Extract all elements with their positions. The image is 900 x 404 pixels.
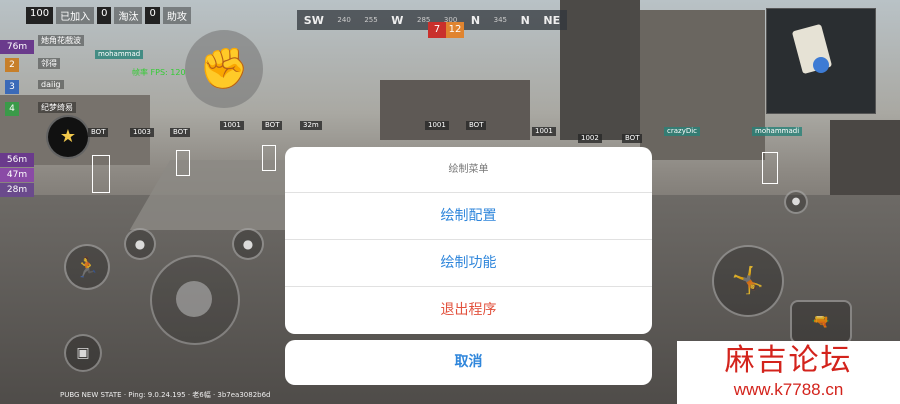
watermark-url: www.k7788.cn	[733, 380, 844, 399]
teammate-name: daiig	[38, 80, 64, 89]
building	[640, 10, 765, 160]
building	[380, 80, 530, 140]
draw-menu: 绘制菜单 绘制配置 绘制功能 退出程序	[285, 147, 652, 334]
team-score-orange: 12	[446, 22, 464, 38]
location-pin-icon[interactable]: ●	[784, 190, 808, 214]
eliminated-label: 淘汰	[114, 7, 143, 24]
teammate-name: 她角花戲波	[38, 35, 84, 46]
team-score-badges: 7 12	[428, 22, 464, 38]
minimap[interactable]	[766, 8, 876, 114]
esp-label: 32m	[300, 121, 322, 130]
compass-mark: 345	[493, 16, 508, 24]
distance-tag: 76m	[0, 40, 34, 54]
sprint-icon[interactable]: 🏃	[64, 244, 110, 290]
esp-label: BOT	[262, 121, 283, 130]
esp-label: 1001	[532, 127, 556, 136]
compass-mark: N	[470, 13, 481, 27]
assist-count: 0	[145, 7, 160, 24]
esp-label: 1001	[220, 121, 244, 130]
teammate-name: 纪梦绮易	[38, 102, 76, 113]
joystick-knob[interactable]	[176, 281, 212, 317]
esp-label: 1002	[578, 134, 602, 143]
movement-joystick[interactable]	[150, 255, 240, 345]
esp-label: BOT	[88, 128, 109, 137]
esp-label: 1001	[425, 121, 449, 130]
rank-badge: 4	[5, 102, 19, 116]
rank-badge: 2	[5, 58, 19, 72]
enemy-box	[176, 150, 190, 176]
assist-label: 助攻	[162, 7, 191, 24]
enemy-box	[762, 152, 778, 184]
draw-menu-title: 绘制菜单	[285, 147, 652, 193]
esp-label: BOT	[622, 134, 643, 143]
alive-count: 100	[26, 7, 54, 24]
character-avatar-icon[interactable]: ★	[46, 115, 90, 159]
compass-mark: W	[391, 13, 404, 27]
fist-icon[interactable]: ✊	[185, 30, 263, 108]
compass-mark: NE	[543, 13, 561, 27]
teammate-name: 邻得	[38, 58, 60, 69]
match-counters: 100 已加入 0 淘汰 0 助攻	[26, 7, 191, 24]
grenade-icon[interactable]: ●	[124, 228, 156, 260]
enemy-box	[92, 155, 110, 193]
weapon-slot-icon[interactable]: 🔫	[790, 300, 852, 344]
compass-mark: 240	[337, 16, 351, 24]
esp-label-teammate: crazyDic	[664, 127, 701, 136]
esp-label: 1003	[130, 128, 154, 137]
team-score-red: 7	[428, 22, 446, 38]
cancel-button[interactable]: 取消	[285, 340, 652, 385]
bottom-info-line: PUBG NEW STATE · Ping: 9.0.24.195 · 老6幅 …	[60, 391, 271, 399]
exit-program-button[interactable]: 退出程序	[285, 287, 652, 334]
kills-count: 0	[97, 7, 112, 24]
watermark-title: 麻吉论坛	[724, 343, 853, 378]
esp-label-teammate: mohammadi	[752, 127, 803, 136]
enemy-box	[262, 145, 276, 171]
fps-readout: 帧率 FPS: 120	[132, 68, 186, 77]
rank-badge: 3	[5, 80, 19, 94]
esp-label: BOT	[466, 121, 487, 130]
item-icon[interactable]: ●	[232, 228, 264, 260]
backpack-icon[interactable]: ▣	[64, 334, 102, 372]
distance-tag: 56m	[0, 153, 34, 167]
draw-config-button[interactable]: 绘制配置	[285, 193, 652, 240]
draw-features-button[interactable]: 绘制功能	[285, 240, 652, 287]
compass-mark: 255	[364, 16, 378, 24]
esp-label-teammate: mohammad	[95, 50, 144, 59]
esp-label: BOT	[170, 128, 191, 137]
forum-watermark: 麻吉论坛 www.k7788.cn	[677, 341, 900, 404]
distance-tag: 47m	[0, 168, 34, 182]
building	[560, 0, 640, 140]
distance-tag: 28m	[0, 183, 34, 197]
jump-icon[interactable]: 🤸	[712, 245, 784, 317]
compass-mark: SW	[303, 13, 324, 27]
player-marker-icon	[813, 57, 829, 73]
alive-label: 已加入	[56, 7, 95, 24]
compass-mark: N	[520, 13, 530, 27]
